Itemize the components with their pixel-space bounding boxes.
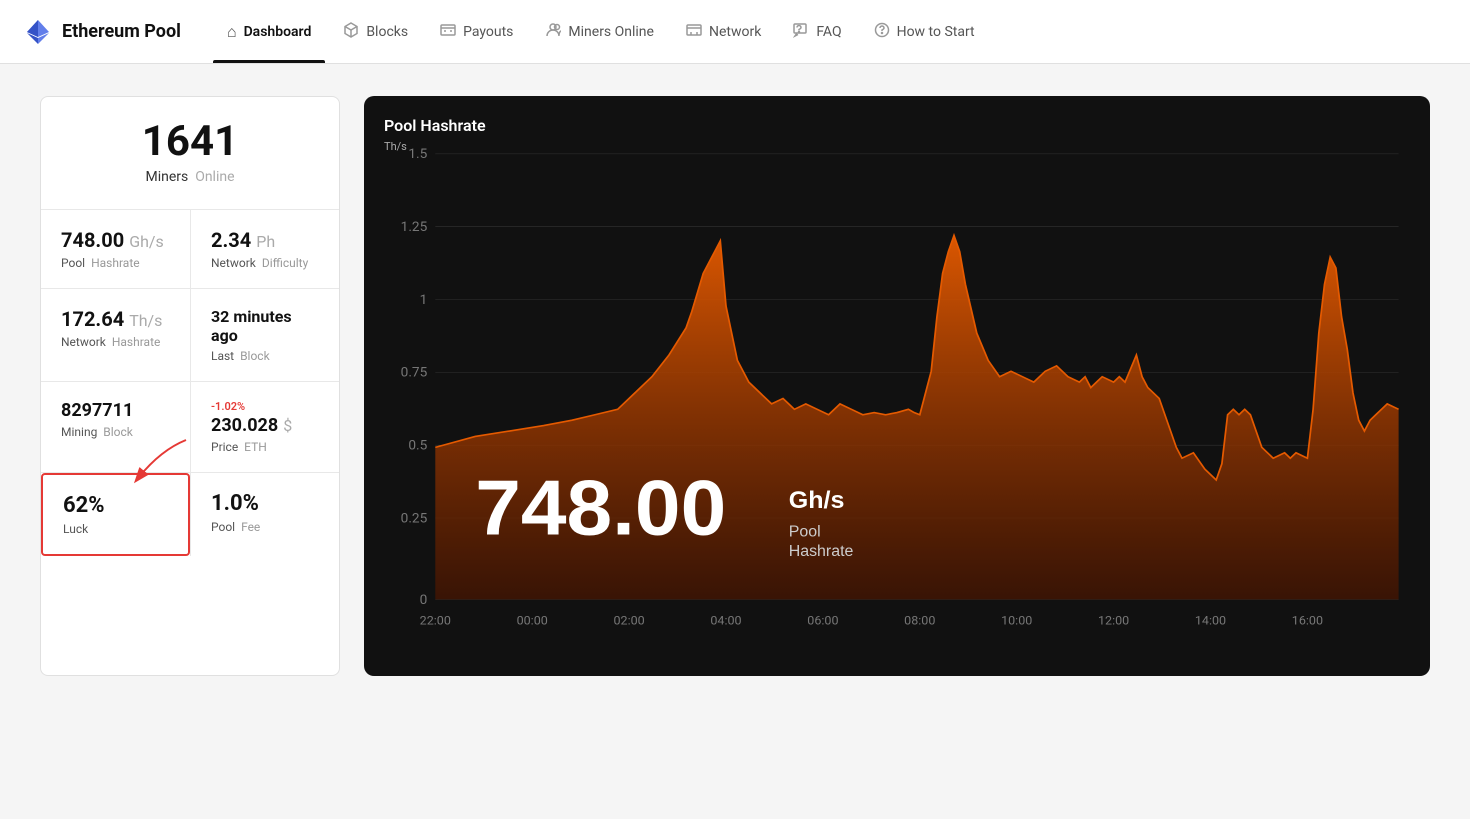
ethereum-logo <box>24 18 52 46</box>
nav-label-blocks: Blocks <box>366 24 408 40</box>
miners-online-block: 1641 Miners Online <box>41 97 339 210</box>
chart-container: 1.5 1.25 1 0.75 0.5 0.25 0 <box>384 143 1410 643</box>
nav-label-miners-online: Miners Online <box>568 24 654 40</box>
page-content: 1641 Miners Online 748.00 Gh/s Pool Hash… <box>0 64 1470 708</box>
miningblock-price-block: 8297711 Mining Block -1.02% 230.028 $ Pr… <box>41 382 339 473</box>
nav-item-faq[interactable]: FAQ <box>779 0 855 63</box>
svg-text:Hashrate: Hashrate <box>789 543 854 560</box>
svg-text:04:00: 04:00 <box>710 614 741 628</box>
svg-text:Gh/s: Gh/s <box>789 488 845 514</box>
price-change-badge: -1.02% <box>211 400 319 413</box>
network-icon <box>686 22 702 42</box>
nav-item-blocks[interactable]: Blocks <box>329 0 422 63</box>
pool-fee-cell: 1.0% Pool Fee <box>190 473 339 556</box>
svg-text:10:00: 10:00 <box>1001 614 1032 628</box>
svg-text:Pool: Pool <box>789 524 821 541</box>
pool-hashrate-cell: 748.00 Gh/s Pool Hashrate <box>41 210 190 288</box>
svg-text:0.75: 0.75 <box>401 366 428 381</box>
pool-fee-label: Pool Fee <box>211 520 319 534</box>
price-eth-value: 230.028 $ <box>211 415 319 436</box>
nav-items: ⌂ Dashboard Blocks Payouts <box>213 0 989 63</box>
brand-link[interactable]: Ethereum Pool <box>24 18 181 46</box>
home-icon: ⌂ <box>227 22 237 42</box>
network-hashrate-value: 172.64 Th/s <box>61 307 170 331</box>
svg-text:0.25: 0.25 <box>401 512 428 527</box>
svg-text:08:00: 08:00 <box>904 614 935 628</box>
nav-item-payouts[interactable]: Payouts <box>426 0 527 63</box>
svg-text:0.5: 0.5 <box>408 439 427 454</box>
price-eth-label: Price ETH <box>211 440 319 454</box>
nethashrate-lastblock-block: 172.64 Th/s Network Hashrate 32 minutes … <box>41 289 339 382</box>
help-icon <box>874 22 890 42</box>
mining-block-label: Mining Block <box>61 425 170 439</box>
last-block-cell: 32 minutes ago Last Block <box>190 289 339 381</box>
chart-panel: Pool Hashrate Th/s 1.5 1.25 1 0.75 0.5 0… <box>364 96 1430 676</box>
svg-text:748.00: 748.00 <box>475 463 726 551</box>
nav-item-network[interactable]: Network <box>672 0 775 63</box>
nav-item-how-to-start[interactable]: How to Start <box>860 0 989 63</box>
pool-fee-value: 1.0% <box>211 491 319 516</box>
nav-label-network: Network <box>709 24 761 40</box>
miningblock-price-row: 8297711 Mining Block -1.02% 230.028 $ Pr… <box>41 382 339 472</box>
hashrate-difficulty-block: 748.00 Gh/s Pool Hashrate 2.34 Ph Networ… <box>41 210 339 289</box>
svg-text:16:00: 16:00 <box>1292 614 1323 628</box>
nav-label-dashboard: Dashboard <box>244 24 312 40</box>
brand-name: Ethereum Pool <box>62 21 181 42</box>
luck-label: Luck <box>63 522 168 536</box>
svg-text:22:00: 22:00 <box>420 614 451 628</box>
nav-label-how-to-start: How to Start <box>897 24 975 40</box>
miners-online-value: 1641 <box>65 121 315 163</box>
luck-poolfee-row: 62% Luck 1.0% Pool Fee <box>41 473 339 556</box>
chart-title: Pool Hashrate <box>384 116 1410 135</box>
svg-text:0: 0 <box>420 593 428 608</box>
network-difficulty-value: 2.34 Ph <box>211 228 319 252</box>
svg-text:00:00: 00:00 <box>517 614 548 628</box>
svg-text:1.5: 1.5 <box>408 147 427 162</box>
luck-cell: 62% Luck <box>41 473 190 556</box>
hashrate-difficulty-row: 748.00 Gh/s Pool Hashrate 2.34 Ph Networ… <box>41 210 339 288</box>
miners-label-muted: Online <box>195 169 234 185</box>
price-eth-cell: -1.02% 230.028 $ Price ETH <box>190 382 339 472</box>
svg-text:06:00: 06:00 <box>807 614 838 628</box>
nav-label-faq: FAQ <box>816 24 841 40</box>
svg-text:1: 1 <box>420 293 428 308</box>
miners-icon <box>545 22 561 42</box>
faq-icon <box>793 22 809 42</box>
svg-text:02:00: 02:00 <box>613 614 644 628</box>
svg-text:12:00: 12:00 <box>1098 614 1129 628</box>
network-difficulty-label: Network Difficulty <box>211 256 319 270</box>
network-hashrate-label: Network Hashrate <box>61 335 170 349</box>
nethashrate-lastblock-row: 172.64 Th/s Network Hashrate 32 minutes … <box>41 289 339 381</box>
luck-poolfee-block: 62% Luck 1.0% Pool Fee <box>41 473 339 556</box>
miners-label-main: Miners <box>145 169 188 185</box>
nav-label-payouts: Payouts <box>463 24 513 40</box>
network-hashrate-cell: 172.64 Th/s Network Hashrate <box>41 289 190 381</box>
nav-item-dashboard[interactable]: ⌂ Dashboard <box>213 0 325 63</box>
pool-hashrate-value: 748.00 Gh/s <box>61 228 170 252</box>
network-difficulty-cell: 2.34 Ph Network Difficulty <box>190 210 339 288</box>
nav-item-miners-online[interactable]: Miners Online <box>531 0 668 63</box>
miners-online-label: Miners Online <box>65 169 315 185</box>
luck-value: 62% <box>63 493 168 518</box>
svg-text:14:00: 14:00 <box>1195 614 1226 628</box>
blocks-icon <box>343 22 359 42</box>
mining-block-cell: 8297711 Mining Block <box>41 382 190 472</box>
mining-block-value: 8297711 <box>61 400 170 421</box>
chart-svg: 1.5 1.25 1 0.75 0.5 0.25 0 <box>384 143 1410 643</box>
payouts-icon <box>440 22 456 42</box>
stats-panel: 1641 Miners Online 748.00 Gh/s Pool Hash… <box>40 96 340 676</box>
pool-hashrate-label: Pool Hashrate <box>61 256 170 270</box>
svg-text:1.25: 1.25 <box>401 220 428 235</box>
navbar: Ethereum Pool ⌂ Dashboard Blocks <box>0 0 1470 64</box>
last-block-value: 32 minutes ago <box>211 307 319 345</box>
last-block-label: Last Block <box>211 349 319 363</box>
